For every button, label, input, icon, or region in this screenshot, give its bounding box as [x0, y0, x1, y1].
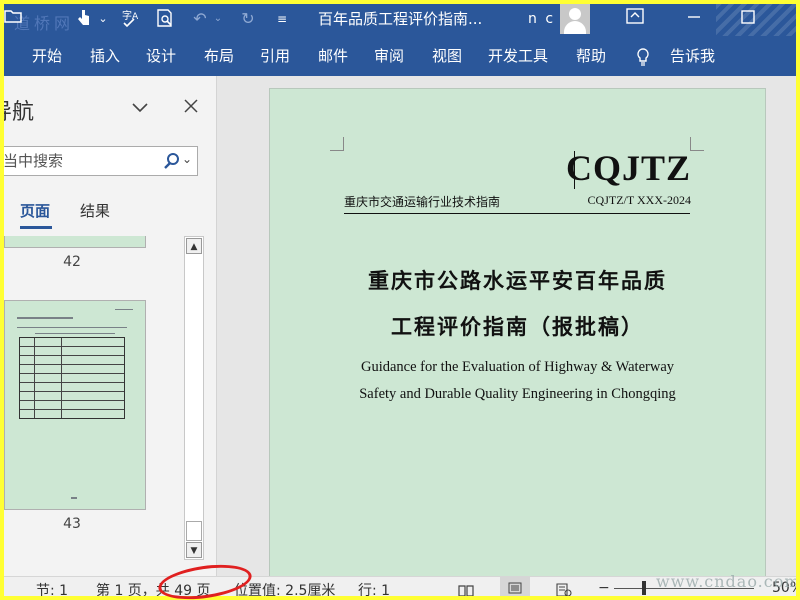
header-rule — [344, 213, 690, 214]
ribbon-tabs: 开始 插入 设计 布局 引用 邮件 审阅 视图 开发工具 帮助 告诉我 — [4, 36, 796, 76]
status-position[interactable]: 位置值: 2.5厘米 — [234, 580, 335, 596]
customize-chevron-icon[interactable]: ⌄ — [96, 8, 110, 30]
web-layout-icon[interactable] — [556, 582, 572, 596]
user-initials[interactable]: n c — [528, 8, 555, 30]
tab-insert[interactable]: 插入 — [90, 46, 120, 66]
spelling-check-icon[interactable]: 字A — [120, 8, 142, 30]
navigation-pane: 导航 ⌄ 页面 结果 42 43 ▲ — [4, 76, 217, 576]
corner-mark — [330, 137, 344, 151]
doc-title-line-1: 重庆市公路水运平安百年品质 — [368, 268, 667, 293]
nav-scrollbar[interactable]: ▲ ▼ — [184, 236, 204, 560]
tab-design[interactable]: 设计 — [146, 46, 176, 66]
word-window: 道桥网 ⌄ 字A ↶ ⌄ ↻ ≡ 百年品质工程评价指南... n c 开始 插入… — [4, 4, 796, 596]
header-organization: 重庆市交通运输行业技术指南 — [344, 195, 501, 209]
close-icon[interactable] — [184, 94, 198, 118]
status-section[interactable]: 节: 1 — [36, 580, 68, 596]
thumb-page-mark — [71, 497, 77, 499]
nav-pane-title: 导航 — [4, 100, 35, 125]
title-bar: 道桥网 ⌄ 字A ↶ ⌄ ↻ ≡ 百年品质工程评价指南... n c — [4, 4, 796, 76]
tab-references[interactable]: 引用 — [260, 46, 290, 66]
page-number-43: 43 — [63, 516, 81, 532]
page-number-42: 42 — [63, 254, 81, 270]
thumb-text-line — [35, 333, 115, 334]
thumb-text-line — [17, 327, 127, 328]
status-line[interactable]: 行: 1 — [358, 580, 390, 596]
document-title: 百年品质工程评价指南... — [318, 10, 483, 28]
touch-mode-icon[interactable] — [76, 8, 92, 30]
tab-help[interactable]: 帮助 — [576, 46, 606, 66]
undo-dropdown-icon[interactable]: ⌄ — [212, 8, 224, 30]
text-cursor — [574, 151, 575, 189]
tab-developer[interactable]: 开发工具 — [488, 46, 548, 66]
tab-review[interactable]: 审阅 — [374, 46, 404, 66]
zoom-slider-thumb[interactable] — [642, 581, 646, 595]
scroll-down-icon[interactable]: ▼ — [186, 542, 202, 558]
zoom-out-icon[interactable]: − — [598, 580, 610, 596]
nav-search-box[interactable]: ⌄ — [4, 146, 198, 176]
tab-layout[interactable]: 布局 — [204, 46, 234, 66]
ribbon-display-options-icon[interactable] — [624, 8, 646, 30]
tab-home[interactable]: 开始 — [32, 46, 62, 66]
tell-me-search[interactable]: 告诉我 — [670, 46, 715, 66]
thumb-text-line — [17, 317, 73, 319]
avatar[interactable] — [560, 4, 590, 34]
tab-results[interactable]: 结果 — [80, 200, 110, 221]
undo-icon[interactable]: ↶ — [190, 8, 210, 30]
document-page[interactable]: CQJTZ 重庆市交通运输行业技术指南 CQJTZ/T XXX-2024 重庆市… — [269, 88, 766, 576]
doc-english-title-line-2: Safety and Durable Quality Engineering i… — [359, 386, 676, 402]
print-preview-icon[interactable] — [154, 8, 176, 30]
scroll-up-icon[interactable]: ▲ — [186, 238, 202, 254]
avatar-head — [569, 8, 581, 20]
tab-pages[interactable]: 页面 — [20, 200, 50, 221]
search-icon[interactable] — [164, 152, 180, 170]
lightbulb-icon — [636, 48, 650, 66]
thumb-table — [19, 337, 125, 419]
doc-english-title-line-1: Guidance for the Evaluation of Highway &… — [360, 359, 675, 375]
read-mode-icon[interactable] — [458, 582, 474, 596]
print-layout-view-button[interactable] — [500, 577, 530, 596]
minimize-icon[interactable] — [684, 8, 704, 30]
page-thumbnail-43[interactable] — [4, 300, 146, 510]
doc-title-line-2: 工程评价指南（报批稿） — [391, 314, 644, 339]
active-tab-indicator — [20, 226, 52, 229]
search-options-chevron-icon[interactable]: ⌄ — [182, 152, 192, 166]
standard-brand: CQJTZ — [565, 148, 691, 188]
corner-mark — [690, 137, 704, 151]
folder-icon[interactable] — [4, 8, 22, 30]
search-input[interactable] — [4, 147, 161, 175]
header-standard-number: CQJTZ/T XXX-2024 — [587, 193, 691, 207]
quick-access-menu-icon[interactable]: ≡ — [274, 8, 290, 30]
tab-view[interactable]: 视图 — [432, 46, 462, 66]
watermark-url: www.cndao.com — [656, 572, 796, 591]
scrollbar-thumb[interactable] — [186, 521, 202, 541]
page-thumbnail-42[interactable] — [4, 236, 146, 248]
svg-text:字: 字 — [122, 9, 132, 22]
avatar-body — [564, 21, 586, 34]
redo-icon[interactable]: ↻ — [238, 8, 258, 30]
watermark-logo: 道桥网 — [14, 14, 75, 33]
thumb-text-line — [115, 309, 133, 310]
tab-mailings[interactable]: 邮件 — [318, 46, 348, 66]
chevron-down-icon[interactable] — [132, 98, 148, 117]
document-area: CQJTZ 重庆市交通运输行业技术指南 CQJTZ/T XXX-2024 重庆市… — [218, 76, 796, 576]
